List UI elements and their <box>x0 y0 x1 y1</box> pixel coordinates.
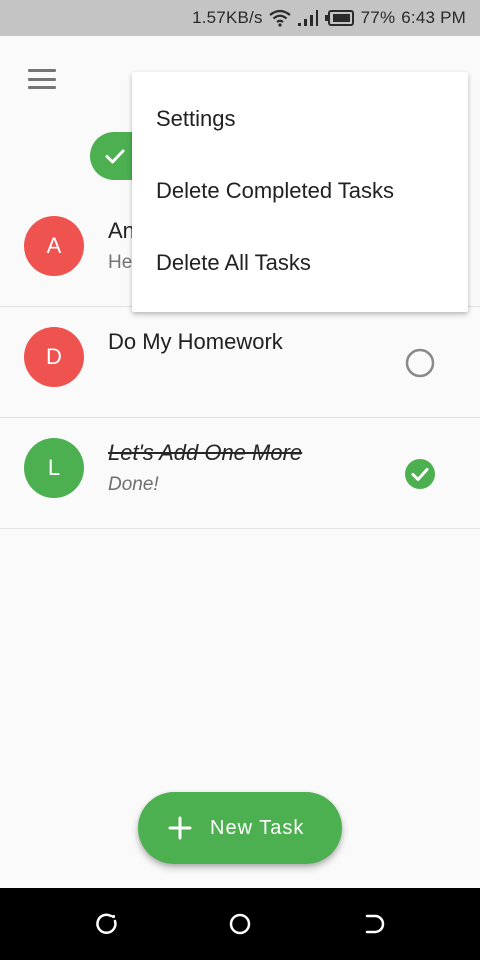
network-speed: 1.57KB/s <box>192 8 263 27</box>
checked-circle-icon[interactable] <box>404 458 436 490</box>
new-task-label: New Task <box>210 816 305 839</box>
avatar-initial: D <box>46 344 62 369</box>
overflow-menu: Settings Delete Completed Tasks Delete A… <box>132 72 468 312</box>
unchecked-circle-icon[interactable] <box>404 347 436 379</box>
task-title: An <box>108 218 135 243</box>
battery-level: 77% <box>360 8 396 27</box>
task-title: Do My Homework <box>108 329 283 354</box>
clock: 6:43 PM <box>401 8 466 27</box>
recents-icon[interactable] <box>95 912 119 936</box>
menu-item-settings[interactable]: Settings <box>132 83 468 155</box>
menu-item-delete-all[interactable]: Delete All Tasks <box>132 227 468 299</box>
avatar: A <box>24 216 84 276</box>
avatar-initial: A <box>46 233 62 258</box>
nav-bar <box>0 888 480 960</box>
plus-icon <box>168 816 192 840</box>
avatar: D <box>24 327 84 387</box>
check-icon <box>105 149 125 164</box>
app-screen: A An He D Do My Homework L Let's Add One… <box>0 36 480 888</box>
hamburger-icon[interactable] <box>28 69 56 89</box>
battery-icon <box>324 10 355 26</box>
task-title: Let's Add One More <box>108 440 303 465</box>
task-subtitle: Done! <box>108 474 159 495</box>
back-icon[interactable] <box>361 912 385 936</box>
status-bar: 1.57KB/s 77% 6:43 PM <box>0 0 480 36</box>
task-row[interactable]: L Let's Add One More Done! <box>0 418 480 529</box>
task-row[interactable]: D Do My Homework <box>0 307 480 418</box>
home-icon[interactable] <box>228 912 252 936</box>
avatar-initial: L <box>47 455 61 480</box>
wifi-icon <box>268 9 291 27</box>
task-subtitle: He <box>108 252 133 273</box>
avatar: L <box>24 438 84 498</box>
new-task-button[interactable]: New Task <box>138 792 342 864</box>
signal-icon <box>297 9 319 27</box>
menu-item-delete-completed[interactable]: Delete Completed Tasks <box>132 155 468 227</box>
